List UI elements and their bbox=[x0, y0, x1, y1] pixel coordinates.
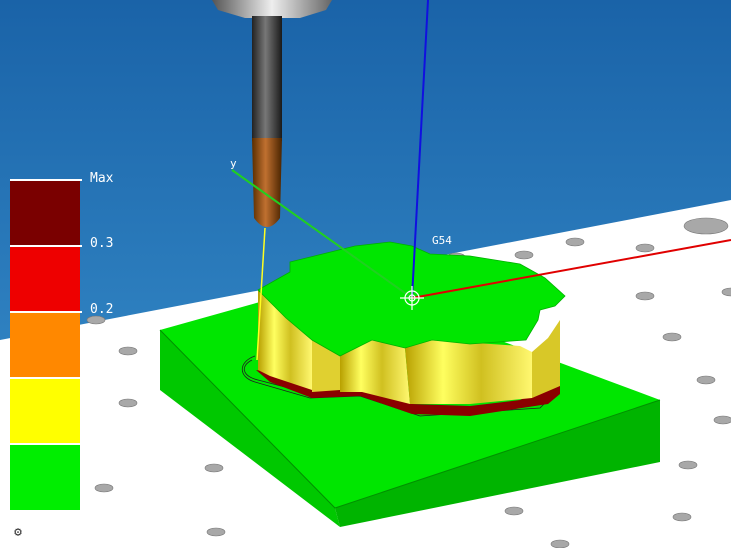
table-hole bbox=[514, 250, 534, 260]
legend-band-yellow bbox=[10, 378, 80, 444]
legend-label-max: Max bbox=[90, 171, 114, 186]
legend-label-0-2: 0.2 bbox=[90, 302, 114, 317]
table-hole bbox=[672, 512, 692, 522]
legend-band-max bbox=[10, 180, 80, 246]
wall-center-right bbox=[405, 340, 532, 404]
stock-legend bbox=[10, 179, 82, 510]
table-hole bbox=[550, 539, 570, 548]
table-hole bbox=[86, 315, 106, 325]
table-hole bbox=[696, 375, 716, 385]
table-hole bbox=[504, 506, 524, 516]
tool-bit bbox=[252, 138, 282, 227]
table-hole bbox=[678, 460, 698, 470]
table-hole bbox=[662, 332, 682, 342]
table-hole bbox=[635, 243, 655, 253]
tool-shank bbox=[252, 16, 282, 141]
legend-band-03 bbox=[10, 246, 80, 312]
table-hole bbox=[635, 291, 655, 301]
wcs-label: G54 bbox=[432, 234, 452, 247]
simulation-viewport[interactable] bbox=[0, 0, 731, 548]
table-hole bbox=[683, 217, 729, 235]
y-axis-label: y bbox=[230, 157, 237, 170]
table-hole bbox=[713, 415, 731, 425]
legend-label-0-3: 0.3 bbox=[90, 236, 114, 251]
table-hole bbox=[118, 346, 138, 356]
table-hole bbox=[206, 527, 226, 537]
table-hole bbox=[204, 463, 224, 473]
table-hole bbox=[94, 483, 114, 493]
legend-band-green bbox=[10, 444, 80, 510]
table-hole bbox=[118, 398, 138, 408]
gear-icon[interactable]: ⚙ bbox=[11, 526, 25, 540]
legend-band-02 bbox=[10, 312, 80, 378]
table-hole bbox=[565, 237, 585, 247]
